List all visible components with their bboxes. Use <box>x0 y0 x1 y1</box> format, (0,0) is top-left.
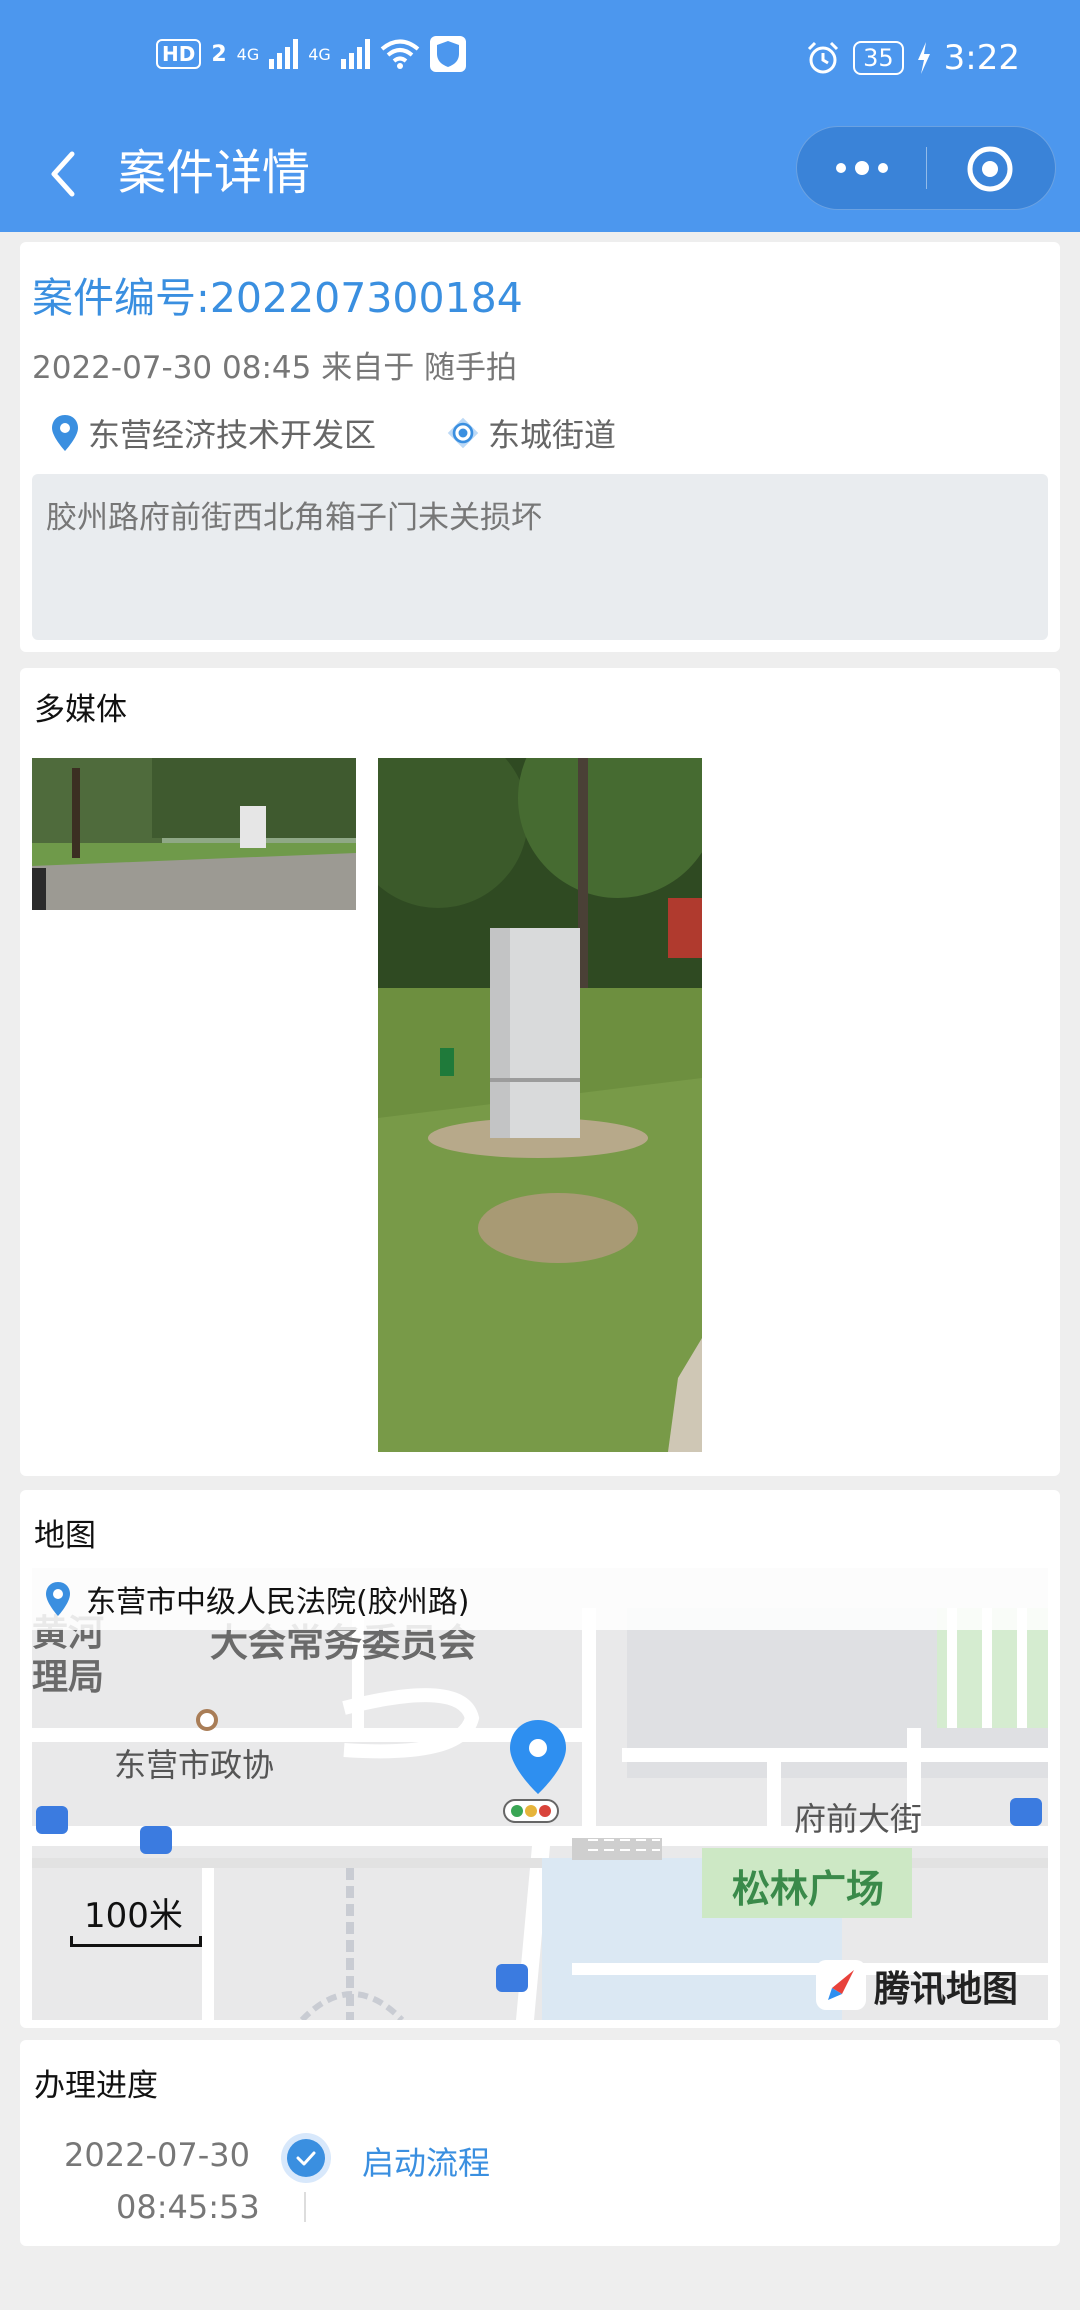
map-brand-label: 腾讯地图 <box>874 1969 1019 2010</box>
capsule-divider <box>926 147 927 189</box>
media-title: 多媒体 <box>34 692 127 728</box>
location-pin-icon <box>46 1582 70 1616</box>
street-label: 东城街道 <box>488 416 617 454</box>
wifi-icon <box>380 39 420 69</box>
traffic-light-marker <box>503 1799 559 1823</box>
photo-2-image <box>378 758 702 1452</box>
progress-step-label: 启动流程 <box>362 2144 491 2182</box>
network-type-1: 4G <box>236 44 260 64</box>
check-circle-icon <box>281 2133 331 2183</box>
media-card: 多媒体 <box>20 668 1060 1476</box>
map-title: 地图 <box>34 1518 96 1554</box>
progress-card: 办理进度 2022-07-30 08:45:53 启动流程 <box>20 2040 1060 2246</box>
map-location-header: 东营市中级人民法院(胶州路) <box>32 1568 1048 1630</box>
status-bar: HD 2 4G 4G 35 3:22 <box>0 0 1080 122</box>
back-icon[interactable] <box>44 144 84 204</box>
sim-slot-label: 2 <box>211 41 227 67</box>
progress-time: 08:45:53 <box>116 2188 260 2226</box>
map-scale-label: 100米 <box>84 1896 183 1936</box>
network-type-2: 4G <box>308 44 331 64</box>
progress-connector <box>304 2192 306 2222</box>
nav-bar: 案件详情 <box>0 122 1080 232</box>
case-description-box: 胶州路府前街西北角箱子门未关损坏 <box>32 474 1048 640</box>
status-right-indicators: 35 3:22 <box>805 38 1020 78</box>
map-label-square: 松林广场 <box>732 1867 885 1911</box>
district-label: 东营经济技术开发区 <box>88 416 377 454</box>
case-location-row: 东营经济技术开发区 东城街道 <box>50 410 616 456</box>
case-description: 胶州路府前街西北角箱子门未关损坏 <box>46 500 542 536</box>
alarm-icon <box>808 41 839 74</box>
battery-level: 35 <box>853 41 904 75</box>
status-left-indicators: HD 2 4G 4G <box>156 36 466 72</box>
media-photo-2[interactable] <box>378 758 702 1452</box>
map-scale-bar <box>70 1936 202 1947</box>
charging-icon <box>917 42 930 74</box>
map-location-name: 东营市中级人民法院(胶州路) <box>86 1585 470 1620</box>
more-icon[interactable] <box>827 147 897 189</box>
progress-title: 办理进度 <box>34 2068 158 2104</box>
map-label-zhengxie: 东营市政协 <box>114 1746 275 1784</box>
media-photo-1[interactable] <box>32 758 356 910</box>
shield-icon <box>429 36 466 72</box>
map-card: 地图 黄河 理局 大会常务委员会 东营市中级人民法院(胶州路) 东营市政协 府前… <box>20 1490 1060 2028</box>
record-icon[interactable] <box>967 146 1013 192</box>
signal-1-icon <box>269 39 299 69</box>
clock: 3:22 <box>943 38 1020 78</box>
signal-2-icon <box>340 39 370 69</box>
map-view[interactable]: 黄河 理局 大会常务委员会 东营市中级人民法院(胶州路) 东营市政协 府前大街 … <box>32 1568 1048 2020</box>
page-title: 案件详情 <box>118 145 311 201</box>
progress-date: 2022-07-30 <box>64 2136 250 2174</box>
location-pin-icon <box>52 415 78 451</box>
miniprogram-capsule <box>796 126 1056 210</box>
map-brand: 腾讯地图 <box>874 1960 1018 2012</box>
case-number: 案件编号:202207300184 <box>32 274 523 322</box>
photo-1-image <box>32 758 356 910</box>
street-target-icon <box>447 417 479 449</box>
tencent-logo-mark <box>816 1960 866 2010</box>
case-meta: 2022-07-30 08:45 来自于 随手拍 <box>32 350 518 386</box>
case-info-card: 案件编号:202207300184 2022-07-30 08:45 来自于 随… <box>20 242 1060 652</box>
hd-badge: HD <box>156 39 202 69</box>
map-label-road: 府前大街 <box>794 1800 923 1838</box>
